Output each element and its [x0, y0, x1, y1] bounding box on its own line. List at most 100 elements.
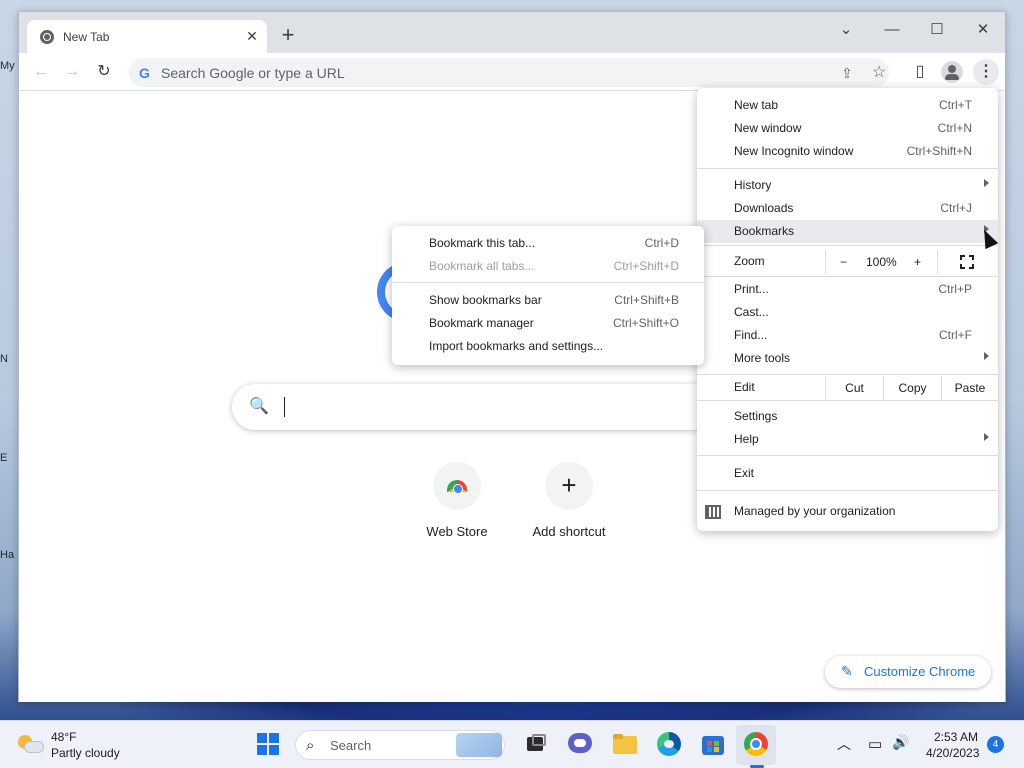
- menu-item-new-incognito-window[interactable]: New Incognito window Ctrl+Shift+N: [697, 140, 998, 163]
- shortcut-web-store[interactable]: Web Store: [407, 462, 507, 539]
- chrome-taskbar-icon[interactable]: [743, 731, 769, 757]
- zoom-out-button[interactable]: −: [840, 255, 847, 269]
- menu-item-exit[interactable]: Exit: [697, 462, 998, 485]
- shortcut-label: Add shortcut: [532, 524, 606, 539]
- clock-time[interactable]: 2:53 AM: [934, 730, 978, 744]
- minimize-button[interactable]: —: [877, 18, 907, 42]
- file-explorer-icon[interactable]: [612, 731, 638, 757]
- windows-start-icon[interactable]: [257, 733, 279, 755]
- menu-item-label: Settings: [734, 409, 778, 423]
- taskbar-search-box[interactable]: ⌕ Search: [295, 730, 505, 760]
- menu-item-label: New Incognito window: [734, 144, 854, 158]
- edge-icon[interactable]: [656, 731, 682, 757]
- volume-icon[interactable]: 🔊: [892, 734, 909, 751]
- customize-chrome-button[interactable]: ✎ Customize Chrome: [825, 656, 991, 688]
- submenu-item-show-bookmarks-bar[interactable]: Show bookmarks bar Ctrl+Shift+B: [392, 289, 704, 312]
- weather-temperature[interactable]: 48°F: [51, 730, 76, 744]
- omnibox[interactable]: G Search Google or type a URL ⇪ ☆: [129, 58, 889, 87]
- tab-search-chevron-icon[interactable]: ⌄: [831, 18, 861, 42]
- clock-date[interactable]: 4/20/2023: [926, 746, 979, 760]
- chat-icon[interactable]: [567, 731, 593, 757]
- tab-new-tab[interactable]: New Tab ✕: [27, 20, 267, 54]
- chrome-favicon-icon: [40, 30, 54, 44]
- menu-item-cast[interactable]: Cast...: [697, 301, 998, 324]
- submenu-arrow-icon: [984, 179, 989, 187]
- share-icon[interactable]: ⇪: [837, 63, 857, 83]
- menu-item-shortcut: Ctrl+Shift+N: [906, 144, 972, 158]
- menu-item-label: History: [734, 178, 772, 192]
- menu-item-label: Exit: [734, 466, 755, 480]
- submenu-item-label: Bookmark all tabs...: [429, 259, 535, 273]
- submenu-item-label: Show bookmarks bar: [429, 293, 542, 307]
- menu-item-find[interactable]: Find... Ctrl+F: [697, 324, 998, 347]
- text-cursor: [284, 397, 285, 417]
- menu-item-settings[interactable]: Settings: [697, 405, 998, 428]
- weather-partly-cloudy-icon[interactable]: [18, 733, 44, 755]
- menu-item-history[interactable]: History: [697, 174, 998, 197]
- shortcut-tile: +: [545, 462, 593, 510]
- menu-item-shortcut: Ctrl+J: [940, 201, 972, 215]
- menu-item-label: New tab: [734, 98, 779, 112]
- zoom-in-button[interactable]: +: [914, 255, 921, 269]
- back-button[interactable]: ←: [28, 59, 54, 85]
- submenu-item-shortcut: Ctrl+D: [644, 236, 679, 250]
- menu-separator: [697, 245, 998, 246]
- shortcut-add[interactable]: + Add shortcut: [519, 462, 619, 539]
- plus-icon: +: [561, 470, 577, 500]
- search-icon: 🔍: [249, 398, 269, 415]
- taskbar-search-label: Search: [330, 738, 372, 753]
- network-icon[interactable]: ▭: [868, 735, 882, 753]
- profile-avatar-icon[interactable]: [941, 61, 963, 83]
- menu-item-shortcut: Ctrl+N: [937, 121, 972, 135]
- tab-close-icon[interactable]: ✕: [243, 27, 261, 45]
- menu-item-print[interactable]: Print... Ctrl+P: [697, 278, 998, 301]
- menu-item-label: New window: [734, 121, 802, 135]
- menu-item-shortcut: Ctrl+P: [938, 282, 972, 296]
- menu-item-label: Help: [734, 432, 759, 446]
- desktop-icon-label[interactable]: Ha: [0, 549, 18, 561]
- submenu-item-bookmark-this-tab[interactable]: Bookmark this tab... Ctrl+D: [392, 232, 704, 255]
- desktop-icon-label[interactable]: N: [0, 353, 18, 365]
- side-panel-icon[interactable]: ▯: [907, 59, 933, 85]
- desktop-icon-label[interactable]: E: [0, 452, 18, 464]
- forward-button[interactable]: →: [59, 59, 85, 85]
- zoom-level: 100%: [866, 255, 897, 269]
- microsoft-store-icon[interactable]: [700, 731, 726, 757]
- submenu-item-label: Bookmark this tab...: [429, 236, 536, 250]
- menu-item-bookmarks[interactable]: Bookmarks: [697, 220, 998, 243]
- web-store-icon: [447, 480, 467, 494]
- new-tab-button[interactable]: +: [277, 24, 299, 46]
- browser-toolbar: ← → ↻ G Search Google or type a URL ⇪ ☆ …: [19, 53, 1005, 91]
- submenu-item-bookmark-manager[interactable]: Bookmark manager Ctrl+Shift+O: [392, 312, 704, 335]
- desktop-icon-label[interactable]: My: [0, 60, 18, 72]
- edit-label: Edit: [734, 380, 755, 394]
- menu-separator: [697, 490, 998, 491]
- pencil-icon: ✎: [841, 663, 853, 679]
- close-window-button[interactable]: ✕: [968, 18, 998, 42]
- menu-item-label: Cast...: [734, 305, 769, 319]
- ntp-search-box[interactable]: 🔍: [232, 384, 772, 430]
- tray-overflow-chevron-icon[interactable]: ︿: [837, 734, 851, 754]
- menu-item-managed[interactable]: Managed by your organization: [697, 500, 998, 523]
- task-view-icon[interactable]: [524, 731, 550, 757]
- weather-description[interactable]: Partly cloudy: [51, 746, 120, 760]
- menu-separator: [392, 282, 704, 283]
- menu-item-label: More tools: [734, 351, 791, 365]
- copy-button[interactable]: Copy: [883, 376, 941, 400]
- reload-button[interactable]: ↻: [91, 59, 117, 85]
- menu-item-new-window[interactable]: New window Ctrl+N: [697, 117, 998, 140]
- menu-item-downloads[interactable]: Downloads Ctrl+J: [697, 197, 998, 220]
- paste-button[interactable]: Paste: [941, 376, 998, 400]
- menu-separator: [697, 400, 998, 401]
- cut-button[interactable]: Cut: [825, 376, 883, 400]
- submenu-item-import-bookmarks[interactable]: Import bookmarks and settings...: [392, 335, 704, 358]
- chrome-menu-button[interactable]: ⋮: [973, 59, 999, 85]
- bookmark-star-icon[interactable]: ☆: [869, 63, 889, 83]
- menu-item-help[interactable]: Help: [697, 428, 998, 451]
- menu-item-new-tab[interactable]: New tab Ctrl+T: [697, 94, 998, 117]
- menu-item-more-tools[interactable]: More tools: [697, 347, 998, 370]
- submenu-item-shortcut: Ctrl+Shift+O: [612, 316, 679, 330]
- notification-badge[interactable]: 4: [987, 736, 1004, 753]
- maximize-button[interactable]: ☐: [922, 18, 952, 42]
- fullscreen-button[interactable]: [937, 250, 998, 274]
